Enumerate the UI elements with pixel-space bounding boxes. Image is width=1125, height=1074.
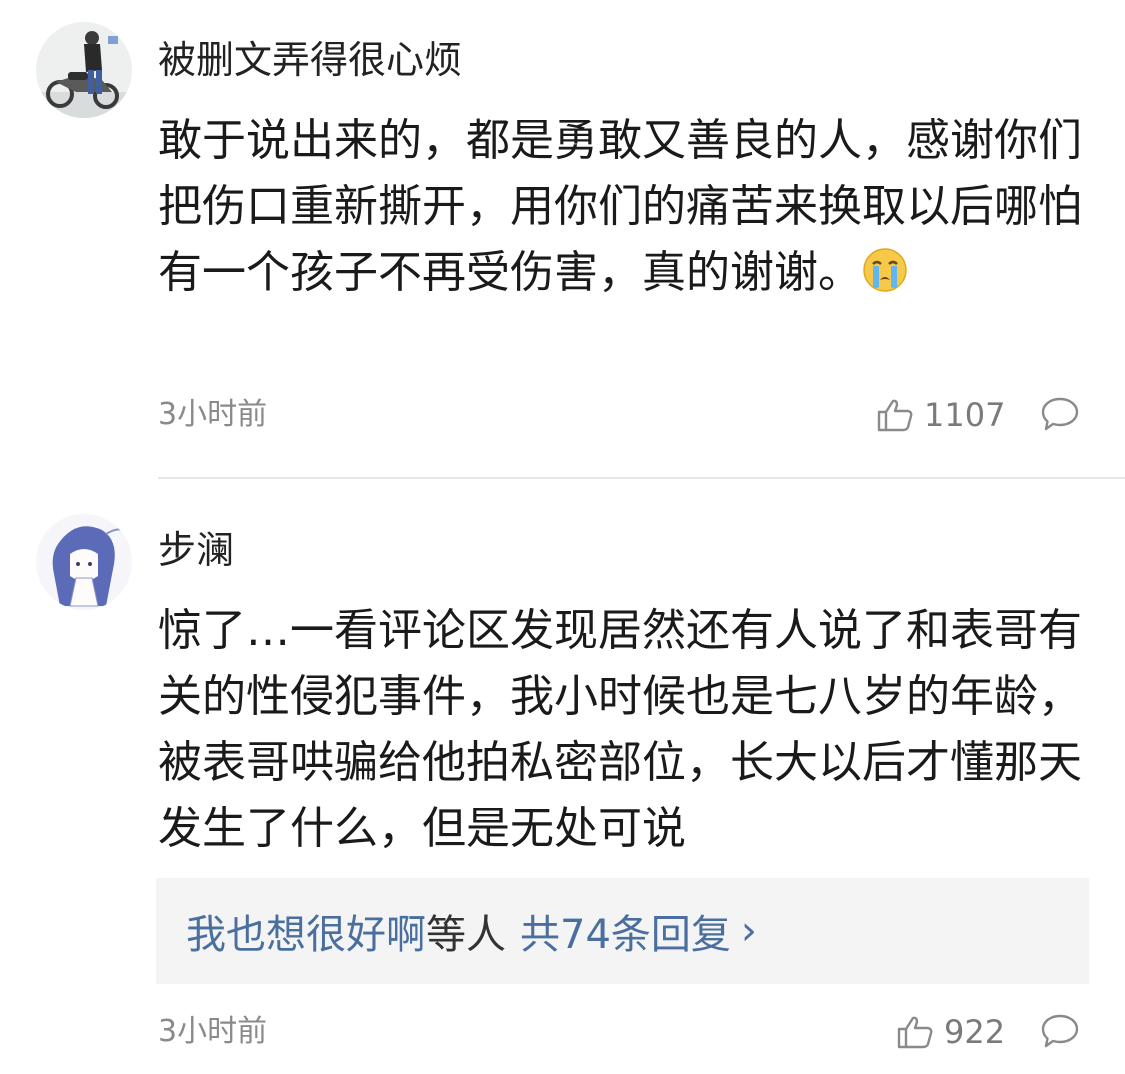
comment-bubble-icon[interactable] bbox=[1040, 396, 1080, 432]
comment-bubble-icon[interactable] bbox=[1040, 1013, 1080, 1049]
timestamp: 3小时前 bbox=[158, 1014, 268, 1049]
thumbs-up-icon bbox=[877, 399, 913, 432]
reply-preview[interactable]: 我也想很好啊 等人 共74条回复 › bbox=[156, 878, 1089, 984]
chevron-right-icon: › bbox=[740, 908, 757, 954]
comment-item: 被删文弄得很心烦 敢于说出来的，都是勇敢又善良的人，感谢你们把伤口重新撕开，用你… bbox=[0, 0, 1125, 478]
timestamp: 3小时前 bbox=[158, 397, 268, 432]
reply-connector: 等人 bbox=[426, 912, 506, 958]
username[interactable]: 被删文弄得很心烦 bbox=[158, 38, 462, 82]
like-count: 1107 bbox=[924, 396, 1006, 434]
comment-text: 惊了…一看评论区发现居然还有人说了和表哥有关的性侵犯事件，我小时候也是七八岁的年… bbox=[158, 605, 1082, 854]
reply-count[interactable]: 共74条回复 bbox=[520, 902, 731, 960]
comment-item: 步澜 惊了…一看评论区发现居然还有人说了和表哥有关的性侵犯事件，我小时候也是七八… bbox=[0, 478, 1125, 1074]
anime-girl-avatar-icon bbox=[36, 514, 132, 610]
thumbs-up-icon bbox=[897, 1016, 933, 1049]
like-button[interactable]: 922 bbox=[896, 1014, 1005, 1050]
crying-face-icon bbox=[862, 246, 908, 292]
comment-list: 被删文弄得很心烦 敢于说出来的，都是勇敢又善良的人，感谢你们把伤口重新撕开，用你… bbox=[0, 0, 1125, 1074]
username[interactable]: 步澜 bbox=[158, 528, 234, 572]
comment-text: 敢于说出来的，都是勇敢又善良的人，感谢你们把伤口重新撕开，用你们的痛苦来换取以后… bbox=[158, 108, 1083, 306]
comment-text-content: 敢于说出来的，都是勇敢又善良的人，感谢你们把伤口重新撕开，用你们的痛苦来换取以后… bbox=[158, 115, 1082, 298]
avatar[interactable] bbox=[36, 22, 132, 118]
motorcycle-rider-avatar-icon bbox=[36, 22, 132, 118]
reply-username[interactable]: 我也想很好啊 bbox=[186, 902, 426, 960]
like-count: 922 bbox=[944, 1013, 1006, 1051]
avatar[interactable] bbox=[36, 514, 132, 610]
like-button[interactable]: 1107 bbox=[876, 397, 1005, 433]
